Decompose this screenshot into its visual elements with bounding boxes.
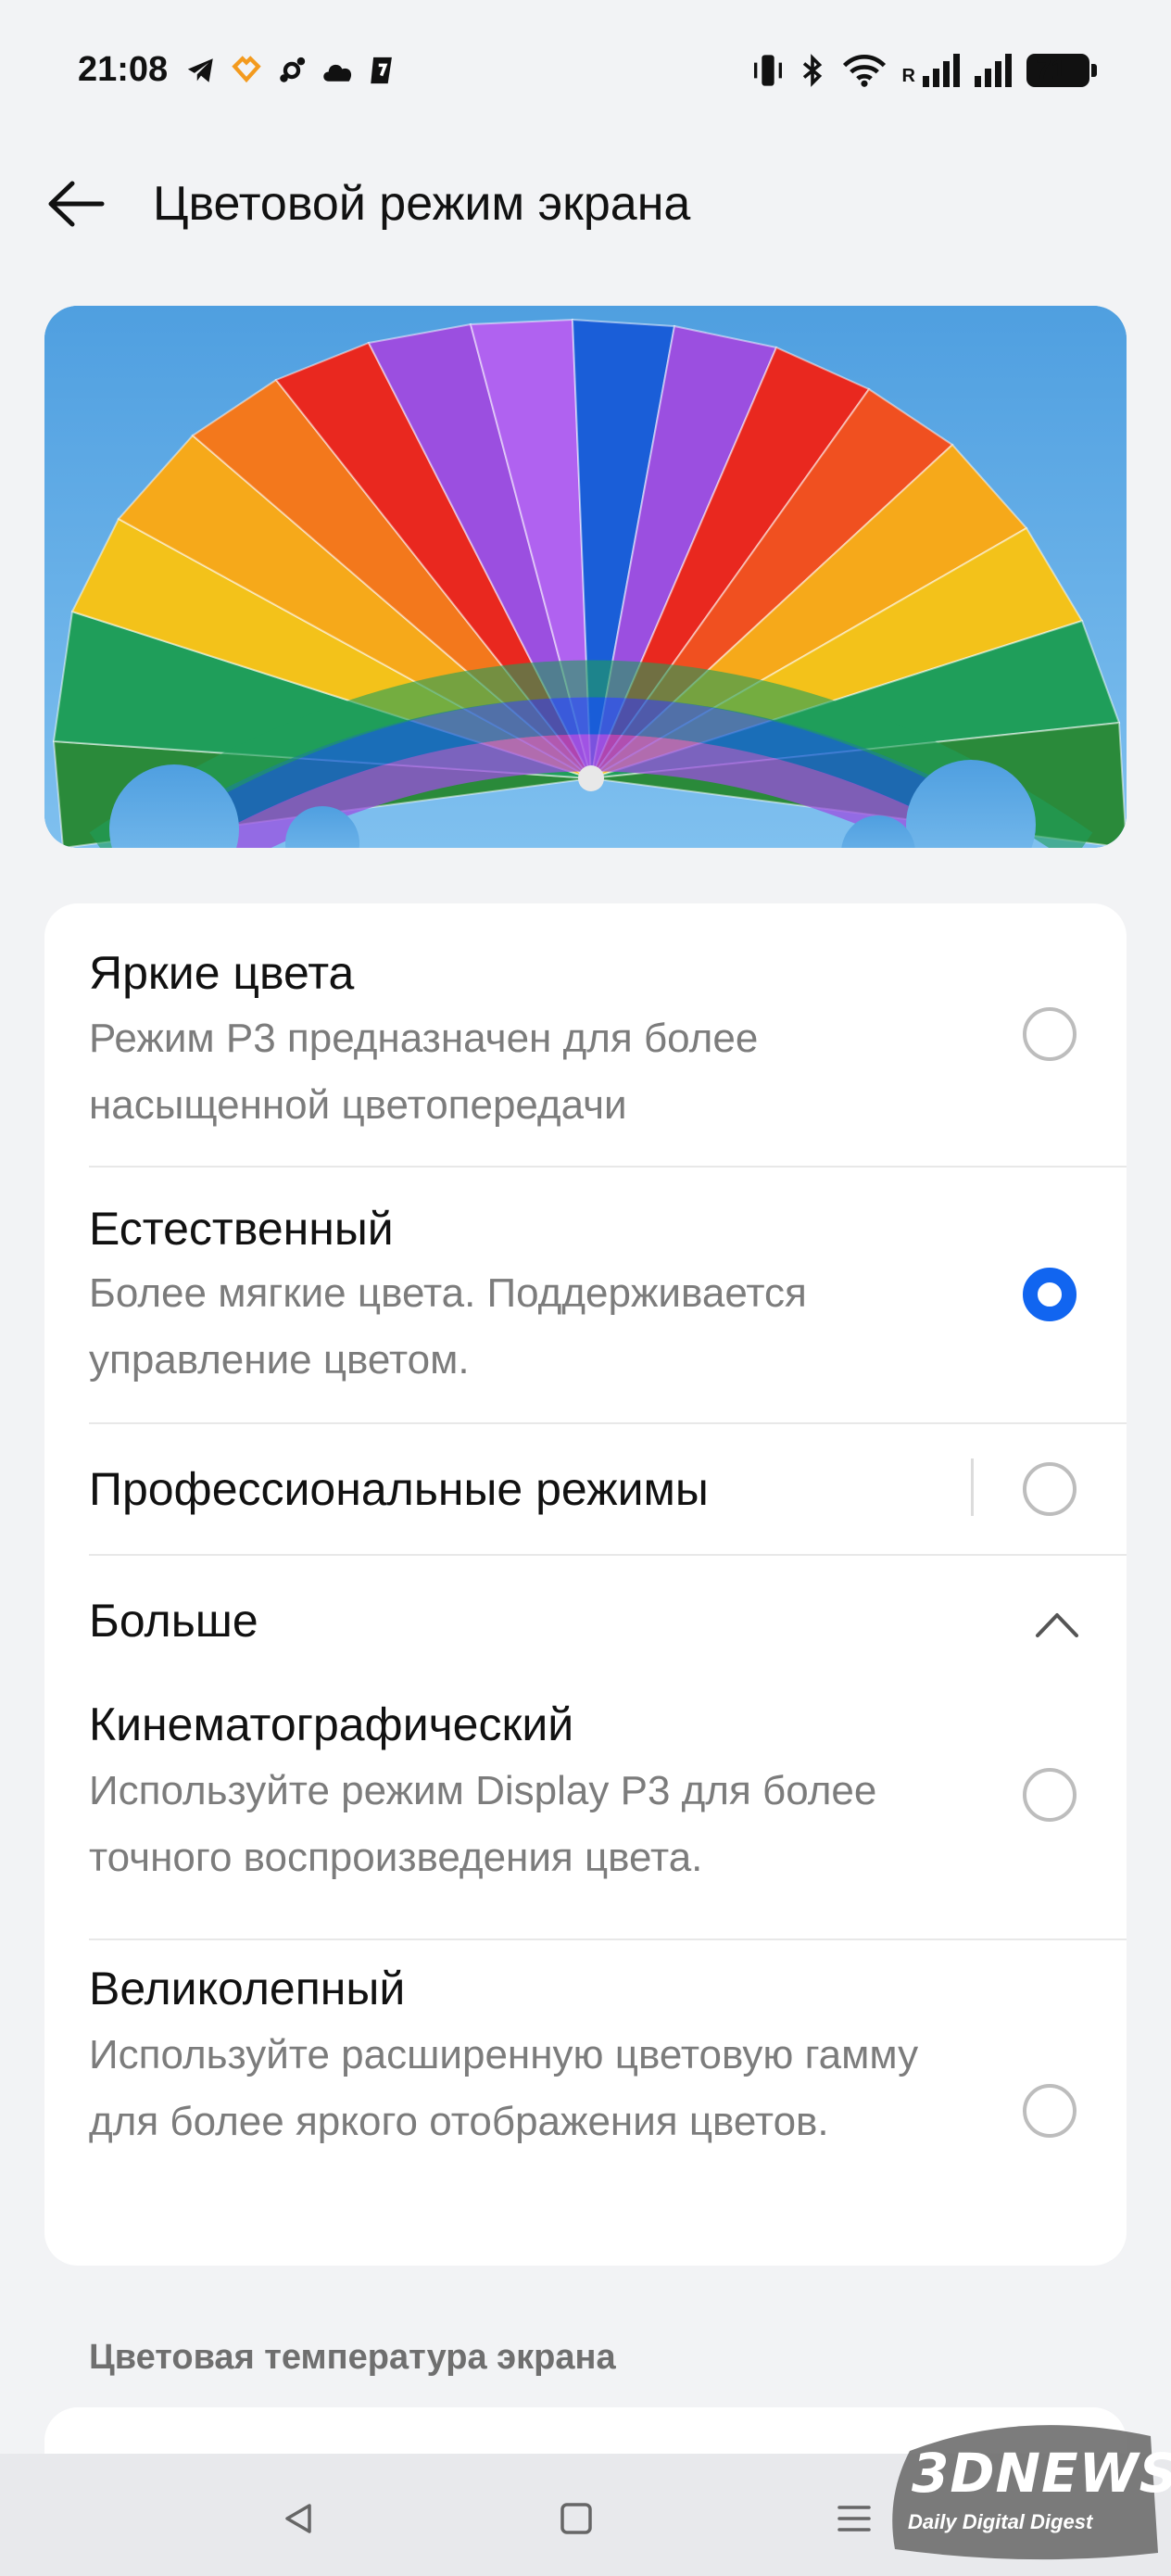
notification-icons [185, 52, 397, 89]
watermark-subtitle: Daily Digital Digest [908, 2510, 1093, 2533]
battery-icon: 71 [1026, 54, 1097, 87]
wifi-icon [842, 54, 886, 87]
nav-back-button[interactable] [271, 2491, 326, 2546]
option-title: Кинематографический [89, 1698, 574, 1750]
gear-app-icon [280, 57, 306, 82]
option-description: Используйте режим Display P3 для более т… [89, 1768, 877, 1880]
radio-button[interactable] [1023, 1007, 1077, 1061]
option-title: Профессиональные режимы [89, 1463, 709, 1515]
radio-button[interactable] [1023, 1768, 1077, 1822]
status-time: 21:08 [78, 50, 169, 89]
arrow-left-icon [48, 181, 105, 227]
section-label: Цветовая температура экрана [89, 2338, 616, 2377]
radio-button[interactable] [1023, 1462, 1077, 1516]
home-square-icon [560, 2503, 592, 2534]
telegram-icon [187, 58, 213, 82]
header: Цветовой режим экрана [0, 158, 1171, 250]
color-mode-card: Яркие цвета Режим P3 предназначен для бо… [44, 903, 1127, 2266]
option-cinematic[interactable]: Кинематографический Используйте режим Di… [44, 1676, 1127, 1917]
option-title: Естественный [89, 1203, 394, 1255]
option-vivid[interactable]: Яркие цвета Режим P3 предназначен для бо… [44, 903, 1127, 1166]
signal-icon [975, 54, 1012, 87]
page-title: Цветовой режим экрана [153, 177, 691, 231]
back-triangle-icon [285, 2504, 311, 2533]
cloud-icon [323, 64, 352, 82]
signal-icon: R [902, 54, 960, 87]
preview-image [44, 306, 1127, 848]
nav-home-button[interactable] [548, 2491, 604, 2546]
more-toggle[interactable]: Больше [44, 1556, 1127, 1676]
parachute-image [44, 306, 1127, 848]
option-natural[interactable]: Естественный Более мягкие цвета. Поддерж… [44, 1168, 1127, 1422]
watermark-logo: 3DNEWS Daily Digital Digest [891, 2414, 1171, 2562]
roaming-label: R [901, 66, 915, 86]
vertical-separator [971, 1458, 974, 1516]
system-status-icons: R 71 [752, 50, 1097, 91]
radio-button[interactable] [1023, 2084, 1077, 2138]
option-professional[interactable]: Профессиональные режимы [44, 1424, 1127, 1554]
option-title: Яркие цвета [89, 947, 355, 999]
vibrate-icon [753, 55, 782, 86]
chevron-up-icon[interactable] [1034, 1606, 1080, 1643]
option-description: Используйте расширенную цветовую гамму д… [89, 2032, 919, 2144]
nav-recents-button[interactable] [826, 2491, 882, 2546]
option-gorgeous[interactable]: Великолепный Используйте расширенную цве… [44, 1940, 1127, 2246]
option-description: Режим P3 предназначен для более насыщенн… [89, 1016, 759, 1128]
watermark-title: 3DNEWS [912, 2442, 1171, 2505]
option-title: Великолепный [89, 1963, 406, 2014]
heart-app-icon [232, 56, 261, 83]
back-button[interactable] [43, 176, 109, 232]
shield-app-icon [371, 57, 392, 84]
option-description: Более мягкие цвета. Поддерживается управ… [89, 1270, 807, 1383]
bluetooth-icon [802, 54, 822, 87]
recents-menu-icon [837, 2506, 871, 2532]
radio-button-selected[interactable] [1023, 1268, 1077, 1321]
battery-level: 71 [1036, 55, 1067, 85]
status-bar: 21:08 R 71 [0, 0, 1171, 139]
more-label: Больше [89, 1595, 258, 1647]
